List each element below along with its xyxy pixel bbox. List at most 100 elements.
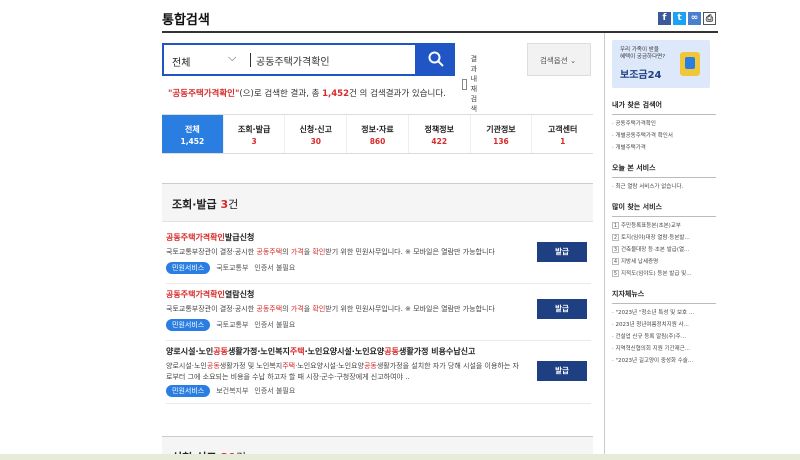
result-item: 공동주택가격확인발급신청 국토교통부장관이 결정·공시한 공동주택의 가격을 확…: [166, 230, 591, 284]
summary-text-2: 의 검색결과가 있습니다.: [356, 89, 446, 99]
local-news-item[interactable]: · "2023년 "청소년 특성 및 보호 ...: [612, 308, 716, 316]
tab-apply-report[interactable]: 신청·신고 30: [285, 115, 348, 153]
banner-title: 보조금24: [620, 70, 662, 81]
tab-label: 고객센터: [547, 125, 578, 134]
title-highlight: 주택: [289, 347, 305, 356]
popular-service-item[interactable]: 2 토지(임야)대장 열람·등본발...: [612, 233, 716, 241]
banner-line: 우리 가족이 받을: [620, 47, 659, 53]
desc-text: 의: [282, 248, 291, 256]
tab-label: 전체: [184, 125, 200, 134]
tab-label: 정책정보: [424, 125, 454, 134]
banner-text: 우리 가족이 받을 혜택이 궁금하다면?: [620, 47, 665, 61]
popular-service-item[interactable]: 5 지적도(임야도) 등본 발급 및...: [612, 269, 716, 277]
desc-text: 받기 위한 민원사무입니다. ※ 모바일은 열람만 가능합니다: [325, 305, 495, 313]
in-result-checkbox[interactable]: [462, 78, 467, 90]
search-input[interactable]: [256, 51, 416, 69]
local-news-title: 지자체뉴스: [612, 290, 645, 298]
link-icon[interactable]: ∞: [688, 12, 701, 25]
item-label: 주민등록표등본(초본)교부: [621, 223, 681, 229]
local-news-item[interactable]: · 2023년 청년여름정치지원 사...: [612, 320, 716, 328]
tab-label: 정보·자료: [361, 125, 394, 134]
my-search-item[interactable]: · 개별주택가격: [612, 143, 716, 151]
tab-info-data[interactable]: 정보·자료 860: [347, 115, 409, 153]
in-result-search[interactable]: 결과 내 재검색: [462, 54, 483, 114]
person-icon: [680, 52, 700, 76]
print-icon[interactable]: ⎙: [703, 12, 716, 25]
desc-highlight: 공동: [363, 362, 377, 370]
result-title[interactable]: 공동주택가격확인발급신청: [166, 232, 254, 243]
tab-count: 136: [493, 137, 509, 146]
title-highlight: 공동주택가격확인: [166, 233, 225, 242]
recent-service-empty: · 최근 열람 서비스가 없습니다.: [612, 184, 684, 190]
service-badge: 민원서비스: [166, 385, 211, 397]
result-tags: 민원서비스 국토교통부 인증서 불필요: [166, 319, 295, 331]
result-description: 국토교통부장관이 결정·공시한 공동주택의 가격을 확인받기 위한 민원사무입니…: [166, 247, 521, 258]
summary-query: "공동주택가격확인": [168, 89, 240, 99]
my-search-item[interactable]: · 공동주택가격확인: [612, 119, 716, 127]
item-label: "2023년 "청소년 특성 및 보호 ...: [615, 310, 695, 316]
tab-all[interactable]: 전체 1,452: [162, 115, 224, 153]
search-scope-select[interactable]: 전체: [172, 54, 190, 69]
tab-count: 30: [310, 137, 322, 146]
rank-number: 5: [612, 270, 619, 277]
tab-count: 422: [431, 137, 448, 146]
item-label: 토지(임야)대장 열람·등본발...: [621, 235, 690, 241]
title-text: 양로시설·노인: [166, 347, 214, 356]
section-heading: 조회·발급 3건: [162, 184, 593, 222]
issue-button[interactable]: 발급: [537, 299, 587, 319]
desc-highlight: 주택: [282, 362, 296, 370]
rank-number: 4: [612, 258, 619, 265]
result-item: 공동주택가격확인열람신청 국토교통부장관이 결정·공시한 공동주택의 가격을 확…: [166, 287, 591, 341]
result-summary: "공동주택가격확인"(으)로 검색한 결과, 총 1,452건 의 검색결과가 …: [168, 87, 446, 99]
tab-lookup-issue[interactable]: 조회·발급 3: [224, 115, 286, 153]
desc-highlight: 확인: [312, 248, 326, 256]
issue-button[interactable]: 발급: [537, 242, 587, 262]
rank-number: 2: [612, 234, 619, 241]
result-title[interactable]: 양로시설·노인공동생활가정·노인복지주택·노인요양시설·노인요양공동생활가정 비…: [166, 346, 475, 357]
item-label: 지적도(임야도) 등본 발급 및...: [621, 271, 692, 277]
issue-button[interactable]: 발급: [537, 361, 587, 381]
desc-text: 양로시설·노인: [166, 362, 207, 370]
chevron-down-icon[interactable]: ⌵: [228, 51, 236, 65]
popular-service-item[interactable]: 1 주민등록표등본(초본)교부: [612, 221, 716, 229]
popular-service-title: 많이 찾는 서비스: [612, 203, 662, 211]
local-news-item[interactable]: · 지역혁신협의회 지원 기간제근...: [612, 344, 716, 352]
desc-highlight: 가격: [290, 248, 304, 256]
twitter-icon[interactable]: t: [673, 12, 686, 25]
tab-label: 조회·발급: [237, 125, 271, 134]
result-title[interactable]: 공동주택가격확인열람신청: [166, 289, 254, 300]
rank-number: 3: [612, 246, 619, 253]
subsidy-banner[interactable]: 우리 가족이 받을 혜택이 궁금하다면? 보조금24: [612, 40, 710, 88]
section-unit: 건: [228, 198, 239, 211]
local-news-item[interactable]: · "2023년 길고양이 중성화 수술...: [612, 356, 716, 364]
chevron-down-icon: ⌄: [570, 56, 577, 65]
local-news-item[interactable]: · 건설업 신규 등록 알림(주)주...: [612, 332, 716, 340]
search-options-button[interactable]: 검색옵션 ⌄: [527, 43, 591, 76]
page: 통합검색 f t ∞ ⎙ 전체 ⌵ 결과 내 재검색 검색옵션 ⌄: [0, 0, 800, 460]
org-tag: 보건복지부: [216, 387, 249, 395]
popular-service-item[interactable]: 3 건축물대장 등·초본 발급(열...: [612, 245, 716, 253]
summary-unit: 건: [349, 89, 357, 99]
my-search-item[interactable]: · 개별공동주택가격 확인서: [612, 131, 716, 139]
desc-highlight: 가격: [290, 305, 304, 313]
summary-total: 1,452: [322, 89, 350, 99]
tab-count: 1,452: [180, 137, 205, 146]
search-button[interactable]: [417, 43, 455, 76]
tab-customer-center[interactable]: 고객센터 1: [532, 115, 593, 153]
service-badge: 민원서비스: [166, 262, 211, 274]
auth-tag: 인증서 불필요: [254, 264, 296, 272]
tab-agency[interactable]: 기관정보 136: [471, 115, 533, 153]
title-text: 생활가정·노인복지: [227, 347, 290, 356]
item-label: "2023년 길고양이 중성화 수술...: [615, 358, 694, 364]
result-tags: 민원서비스 보건복지부 인증서 불필요: [166, 385, 295, 397]
tab-policy[interactable]: 정책정보 422: [409, 115, 471, 153]
desc-highlight: 공동주택: [256, 248, 283, 256]
result-description: 국토교통부장관이 결정·공시한 공동주택의 가격을 확인받기 위한 민원사무입니…: [166, 304, 521, 315]
popular-service-item[interactable]: 4 지방세 납세증명: [612, 257, 716, 265]
facebook-icon[interactable]: f: [658, 12, 671, 25]
item-label: 2023년 청년여름정치지원 사...: [615, 322, 689, 328]
title-highlight: 공동주택가격확인: [166, 290, 225, 299]
item-label: 지방세 납세증명: [621, 259, 659, 265]
title-highlight: 공동: [384, 347, 400, 356]
desc-text: 받기 위한 민원사무입니다. ※ 모바일은 열람만 가능합니다: [325, 248, 495, 256]
